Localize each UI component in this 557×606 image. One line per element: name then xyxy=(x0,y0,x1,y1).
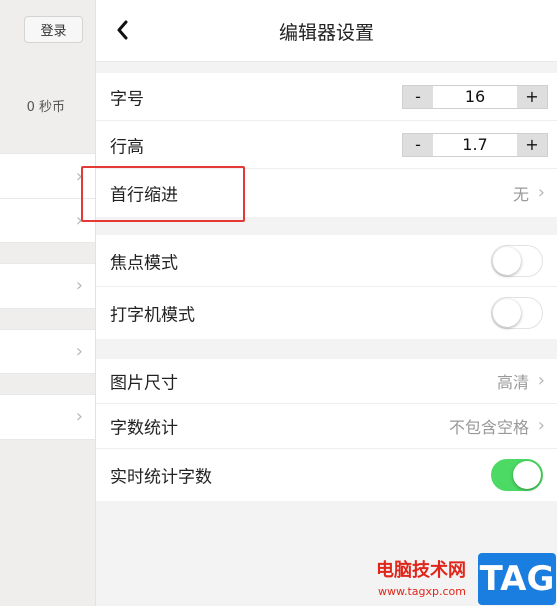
line-height-increase-button[interactable]: + xyxy=(517,133,547,156)
first-line-indent-value: 无 xyxy=(512,185,529,204)
setting-row-focus-mode: 焦点模式 xyxy=(96,235,557,287)
font-size-increase-button[interactable]: + xyxy=(517,85,547,108)
typewriter-mode-label: 打字机模式 xyxy=(110,305,195,326)
setting-row-image-size[interactable]: 图片尺寸 高清 › xyxy=(96,359,557,404)
sidebar-menu-item[interactable]: › xyxy=(0,263,95,309)
toggle-knob xyxy=(493,299,521,327)
toggle-knob xyxy=(493,246,521,275)
left-sidebar: 登录 0 秒币 › › › › › xyxy=(0,0,96,606)
live-word-count-label: 实时统计字数 xyxy=(110,467,212,488)
watermark-site-name: 电脑技术网 xyxy=(376,560,466,581)
sidebar-menu-item[interactable]: › xyxy=(0,394,95,440)
chevron-right-icon: › xyxy=(75,209,83,231)
coins-balance: 0 秒币 xyxy=(26,100,65,115)
settings-group-modes: 焦点模式 打字机模式 xyxy=(96,235,557,339)
line-height-value: 1.7 xyxy=(462,134,488,154)
first-line-indent-label: 首行缩进 xyxy=(110,185,178,206)
chevron-right-icon: › xyxy=(537,370,545,391)
setting-row-word-count[interactable]: 字数统计 不包含空格 › xyxy=(96,404,557,449)
toggle-knob xyxy=(513,461,541,489)
panel-header: 编辑器设置 xyxy=(96,0,557,62)
font-size-stepper: - 16 + xyxy=(402,84,548,109)
sidebar-menu-item[interactable]: › xyxy=(0,198,95,243)
sidebar-menu-item[interactable]: › xyxy=(0,329,95,374)
setting-row-first-line-indent[interactable]: 首行缩进 无 › xyxy=(96,169,557,217)
word-count-value: 不包含空格 xyxy=(448,418,529,437)
chevron-right-icon: › xyxy=(537,182,545,203)
focus-mode-toggle[interactable] xyxy=(491,244,543,277)
typewriter-mode-toggle[interactable] xyxy=(491,297,543,329)
live-word-count-toggle[interactable] xyxy=(491,459,543,491)
font-size-label: 字号 xyxy=(110,89,144,109)
settings-group-content: 图片尺寸 高清 › 字数统计 不包含空格 › 实时统计字数 xyxy=(96,359,557,501)
line-height-stepper: - 1.7 + xyxy=(402,132,548,157)
line-height-decrease-button[interactable]: - xyxy=(403,133,433,156)
word-count-label: 字数统计 xyxy=(110,418,178,439)
watermark-url: www.tagxp.com xyxy=(378,585,466,598)
chevron-right-icon: › xyxy=(75,340,83,362)
setting-row-line-height: 行高 - 1.7 + xyxy=(96,121,557,169)
chevron-right-icon: › xyxy=(75,275,83,296)
page-title: 编辑器设置 xyxy=(278,22,374,44)
editor-settings-panel: 编辑器设置 字号 - 16 + 行高 - 1.7 + 首行缩进 无 › 焦点模式… xyxy=(96,0,557,606)
setting-row-typewriter-mode: 打字机模式 xyxy=(96,287,557,339)
setting-row-font-size: 字号 - 16 + xyxy=(96,73,557,121)
watermark-tag-logo: TAG xyxy=(478,553,556,605)
login-button[interactable]: 登录 xyxy=(24,16,83,43)
focus-mode-label: 焦点模式 xyxy=(110,253,178,273)
setting-row-live-word-count: 实时统计字数 xyxy=(96,449,557,501)
line-height-label: 行高 xyxy=(110,137,144,157)
chevron-right-icon: › xyxy=(75,165,83,187)
font-size-value: 16 xyxy=(464,86,486,106)
sidebar-menu-item[interactable]: › xyxy=(0,153,95,200)
settings-group-typography: 字号 - 16 + 行高 - 1.7 + 首行缩进 无 › xyxy=(96,73,557,217)
watermark: 电脑技术网 www.tagxp.com TAG xyxy=(372,553,557,606)
chevron-right-icon: › xyxy=(537,415,545,436)
chevron-right-icon: › xyxy=(75,406,83,427)
image-size-value: 高清 xyxy=(496,373,529,392)
image-size-label: 图片尺寸 xyxy=(110,373,178,394)
font-size-decrease-button[interactable]: - xyxy=(403,85,433,108)
